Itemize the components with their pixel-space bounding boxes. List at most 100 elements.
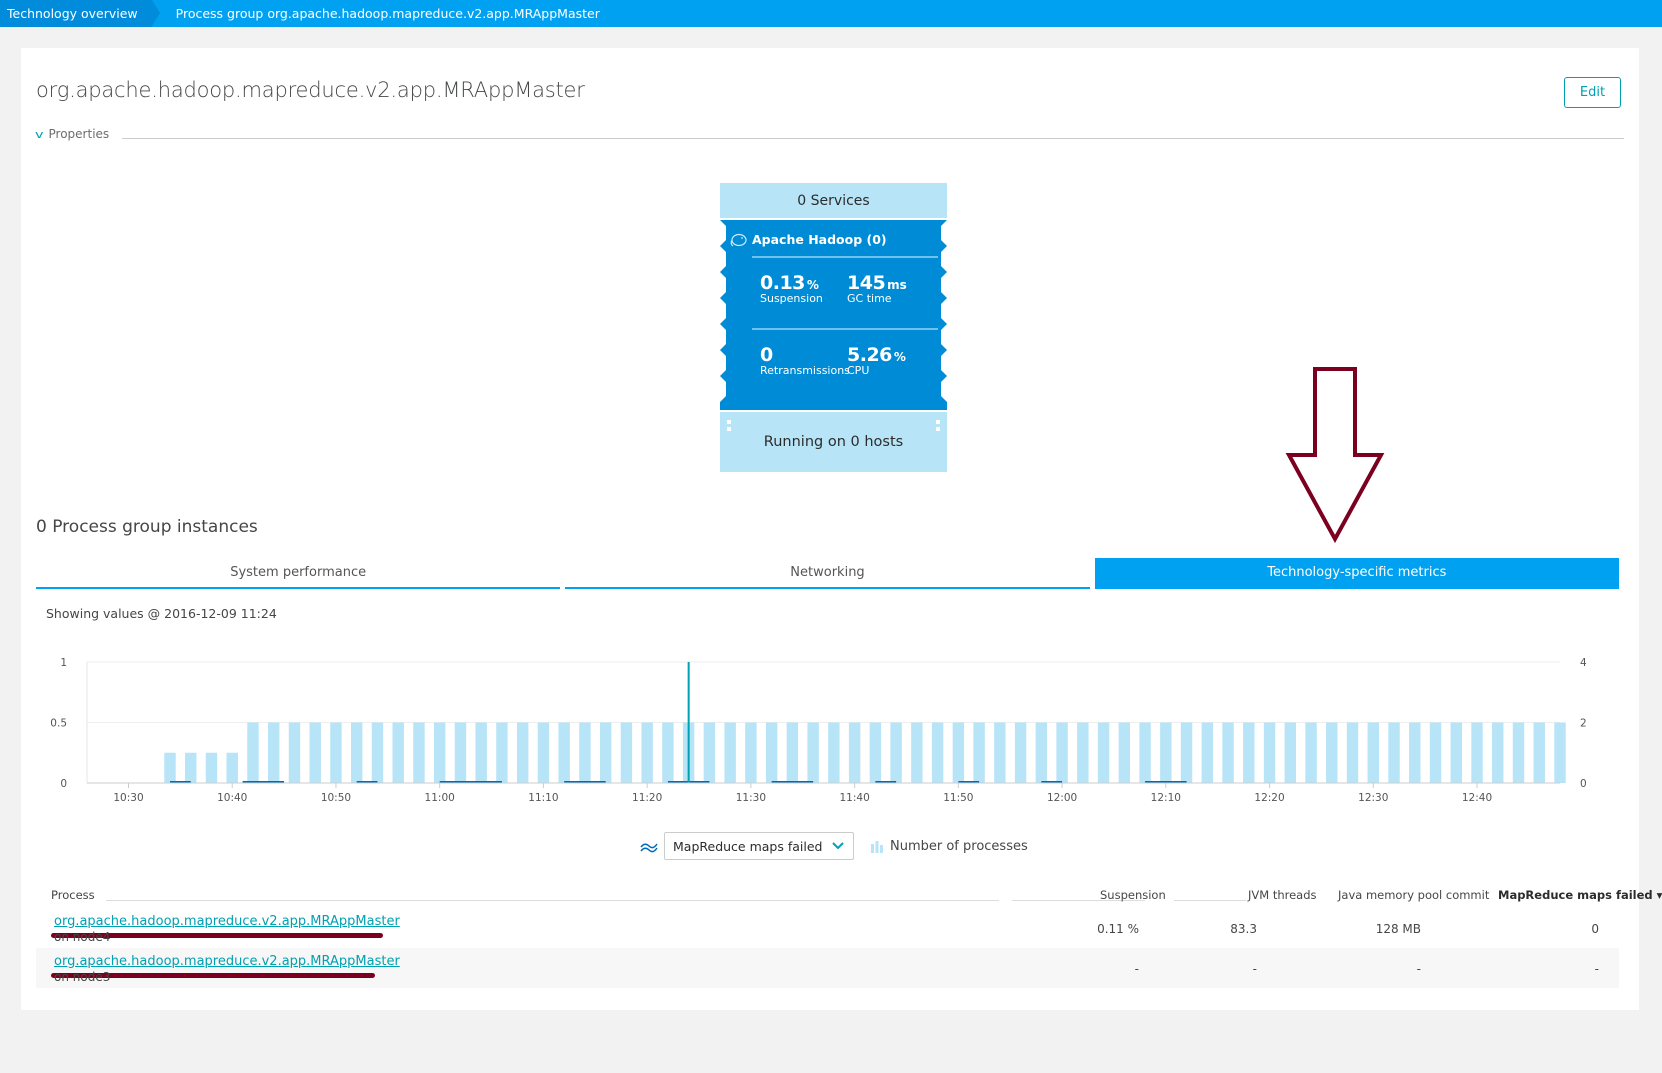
bar-number-of-processes [1160, 722, 1172, 783]
bar-number-of-processes [620, 722, 633, 783]
metrics-chart[interactable]: 0 0.5 1 0 2 4 10:30 10:40 10:50 11:00 11:10 11:20 11… [40, 650, 1600, 820]
properties-label: Properties [48, 127, 110, 141]
x-tick-label: 12:10 [1151, 792, 1181, 804]
properties-toggle[interactable]: v Properties [35, 127, 110, 141]
metric-label: Suspension [760, 292, 823, 305]
bar-number-of-processes [496, 722, 508, 783]
bar-number-of-processes [1118, 722, 1131, 783]
y-tick-label-right: 2 [1580, 718, 1587, 730]
bar-number-of-processes [1326, 722, 1338, 783]
metric-retransmissions: 0 Retransmissions [760, 344, 850, 377]
bar-number-of-processes [1035, 722, 1048, 783]
bar-number-of-processes [1554, 722, 1566, 783]
bar-number-of-processes [994, 722, 1006, 783]
y-tick-label-right: 4 [1580, 657, 1587, 669]
technology-tile[interactable]: Apache Hadoop (0) 0.13% Suspension 145 ms… [720, 220, 947, 410]
cell-memory: 128 MB [1375, 922, 1421, 936]
x-tick-label: 12:40 [1462, 792, 1492, 804]
x-tick-label: 12:30 [1358, 792, 1388, 804]
chart-legend: MapReduce maps failed Number of processe… [640, 832, 1028, 860]
hadoop-elephant-icon [730, 233, 747, 247]
process-node: on node4 [54, 930, 111, 944]
hosts-label: Running on 0 hosts [763, 434, 904, 450]
breadcrumb-label: Technology overview [7, 6, 138, 21]
bar-number-of-processes [1533, 722, 1545, 783]
bar-number-of-processes [1201, 722, 1214, 783]
column-header-suspension[interactable]: Suspension [1100, 888, 1166, 902]
bar-number-of-processes [1492, 722, 1504, 783]
bar-number-of-processes [1243, 722, 1255, 783]
bar-number-of-processes [350, 722, 363, 783]
metric-value: 5.26 [847, 344, 892, 366]
chart-grid [86, 661, 1560, 784]
hosts-tile[interactable]: Running on 0 hosts [720, 412, 947, 472]
table-row[interactable]: org.apache.hadoop.mapreduce.v2.app.MRApp… [36, 908, 1619, 948]
bar-number-of-processes [288, 722, 301, 783]
cell-jvm-threads: - [1252, 962, 1257, 976]
bar-number-of-processes [1097, 722, 1110, 783]
metric-value: 0 [760, 344, 773, 366]
x-tick-label: 12:00 [1047, 792, 1077, 804]
bar-number-of-processes [1450, 722, 1462, 783]
process-link[interactable]: org.apache.hadoop.mapreduce.v2.app.MRApp… [54, 914, 400, 929]
column-header-maps-failed[interactable]: MapReduce maps failed ▾ [1498, 888, 1662, 902]
line-series-icon [640, 843, 658, 853]
process-node: on node3 [54, 970, 111, 984]
bar-series-label: Number of processes [890, 838, 1028, 854]
tab-technology-specific-metrics[interactable]: Technology-specific metrics [1094, 558, 1619, 589]
breadcrumb-technology-overview[interactable]: Technology overview [0, 0, 160, 27]
x-tick-label: 11:30 [736, 792, 766, 804]
bar-number-of-processes [454, 722, 467, 783]
bar-number-of-processes [703, 722, 716, 783]
x-tick-label: 11:10 [528, 792, 558, 804]
bar-series-icon [871, 841, 883, 853]
bar-number-of-processes [1056, 722, 1068, 783]
table-row[interactable]: org.apache.hadoop.mapreduce.v2.app.MRApp… [36, 948, 1619, 988]
header-divider [106, 900, 999, 901]
chevron-down-icon: v [35, 127, 44, 141]
bar-number-of-processes [848, 722, 861, 783]
column-header-process[interactable]: Process [51, 888, 95, 902]
metric-select[interactable]: MapReduce maps failed [664, 832, 854, 860]
x-tick-label: 11:00 [425, 792, 455, 804]
column-header-java-memory[interactable]: Java memory pool commit [1338, 888, 1489, 902]
bar-number-of-processes [579, 722, 591, 783]
cell-jvm-threads: 83.3 [1230, 922, 1257, 936]
bar-number-of-processes [1429, 722, 1442, 783]
bar-number-of-processes [164, 752, 176, 783]
metric-gc-time: 145 ms GC time [847, 272, 907, 305]
services-tile[interactable]: 0 Services [720, 183, 947, 218]
tab-system-performance[interactable]: System performance [36, 558, 561, 589]
bar-number-of-processes [1346, 722, 1359, 783]
bar-number-of-processes [1367, 722, 1379, 783]
breadcrumb-label: Process group org.apache.hadoop.mapreduc… [175, 6, 600, 21]
instances-title: 0 Process group instances [36, 517, 258, 537]
y-tick-label-left: 0 [60, 778, 67, 790]
x-tick-label: 11:40 [839, 792, 869, 804]
column-header-jvm-threads[interactable]: JVM threads [1248, 888, 1317, 902]
process-table: Process Suspension JVM threads Java memo… [36, 882, 1662, 988]
cell-memory: - [1416, 962, 1421, 976]
bar-number-of-processes [745, 722, 757, 783]
metric-cpu: 5.26% CPU [847, 344, 906, 377]
bar-number-of-processes [1014, 722, 1027, 783]
breadcrumb: Technology overview Process group org.ap… [0, 0, 1662, 27]
tile-divider [752, 256, 938, 258]
bar-number-of-processes [1471, 722, 1483, 783]
y-tick-label-left: 1 [60, 657, 67, 669]
cell-suspension: - [1134, 962, 1139, 976]
bar-number-of-processes [973, 722, 985, 783]
process-link[interactable]: org.apache.hadoop.mapreduce.v2.app.MRApp… [54, 954, 400, 969]
x-tick-label: 10:40 [217, 792, 247, 804]
breadcrumb-process-group[interactable]: Process group org.apache.hadoop.mapreduc… [152, 0, 600, 27]
table-header: Process Suspension JVM threads Java memo… [36, 882, 1662, 908]
bar-number-of-processes [537, 722, 550, 783]
x-tick-label: 11:20 [632, 792, 662, 804]
bar-number-of-processes [516, 722, 529, 783]
tile-divider [752, 328, 938, 330]
bar-number-of-processes [226, 752, 238, 783]
bar-number-of-processes [205, 752, 218, 783]
tab-networking[interactable]: Networking [565, 558, 1090, 589]
bar-number-of-processes [309, 722, 321, 783]
edit-button[interactable]: Edit [1564, 77, 1621, 108]
